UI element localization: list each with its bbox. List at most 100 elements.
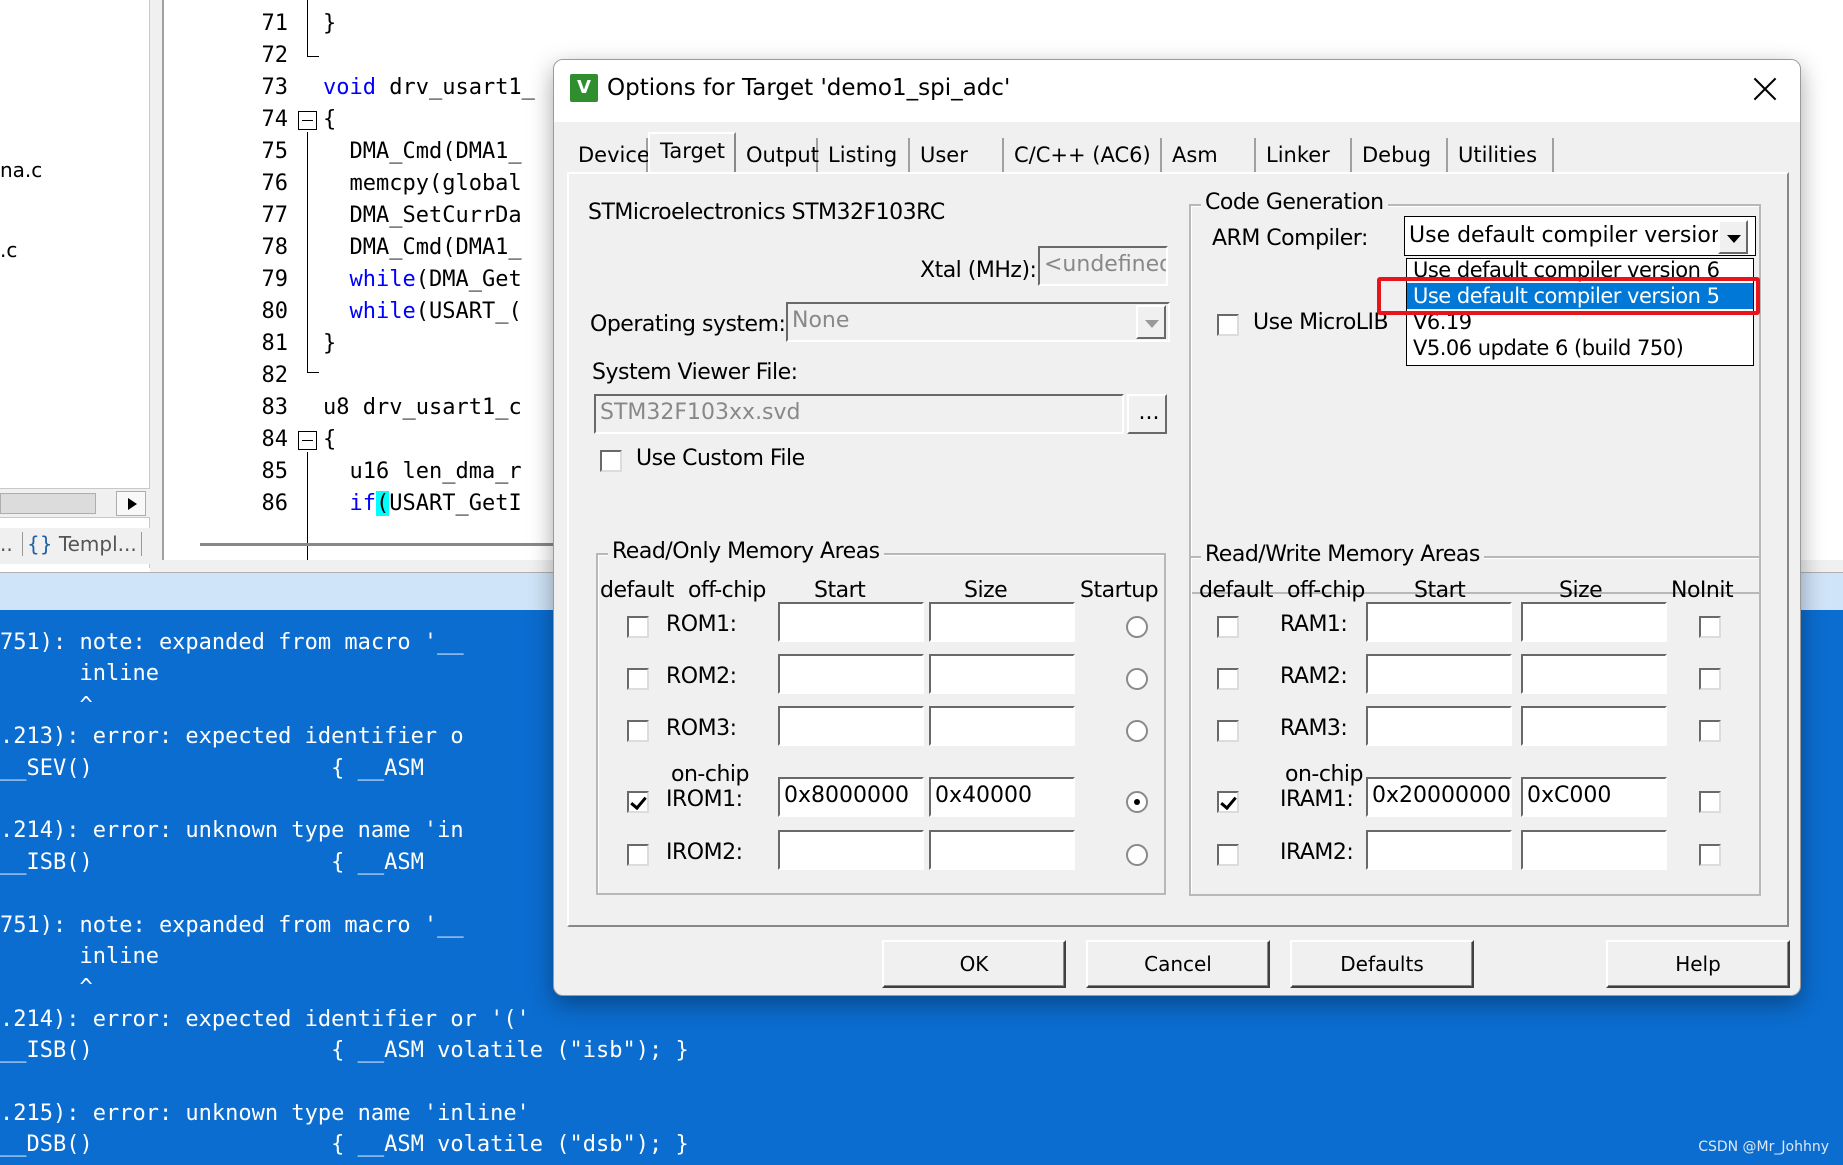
arm-compiler-select[interactable]: Use default compiler version 6 xyxy=(1404,216,1756,256)
ram-size-field[interactable] xyxy=(1521,706,1667,746)
ram-default-checkbox[interactable] xyxy=(1217,844,1239,866)
help-button[interactable]: Help xyxy=(1606,940,1790,988)
templates-tab[interactable]: {} Templ... xyxy=(22,532,142,556)
code-line[interactable]: u8 drv_usart1_c xyxy=(323,392,522,424)
ram-size-field[interactable] xyxy=(1521,830,1667,870)
ram-noinit-chk[interactable] xyxy=(1699,844,1721,866)
rom-start-field[interactable]: 0x8000000 xyxy=(778,777,924,817)
ram-default-checkbox[interactable] xyxy=(1217,668,1239,690)
svf-field[interactable]: STM32F103xx.svd xyxy=(594,394,1124,434)
rom-default-checkbox[interactable] xyxy=(627,668,649,690)
ram-start-field[interactable] xyxy=(1366,602,1512,642)
code-line[interactable]: } xyxy=(323,328,336,360)
ram-start-field[interactable] xyxy=(1366,830,1512,870)
editor-scrollbar[interactable] xyxy=(200,543,600,546)
rom-default-checkbox[interactable] xyxy=(627,844,649,866)
code-line[interactable]: DMA_SetCurrDa xyxy=(323,200,521,232)
rom-startup-radio[interactable] xyxy=(1126,668,1148,690)
tab-asm[interactable]: Asm xyxy=(1162,138,1256,172)
ram-size-field[interactable]: 0xC000 xyxy=(1521,777,1667,817)
tab-user[interactable]: User xyxy=(910,138,1004,172)
project-file-item[interactable]: .c xyxy=(0,238,17,262)
tab-output[interactable]: Output xyxy=(736,138,819,172)
fold-toggle-icon[interactable] xyxy=(298,111,317,130)
close-icon[interactable] xyxy=(1748,72,1782,106)
tab-cpp[interactable]: C/C++ (AC6) xyxy=(1004,138,1162,172)
fold-toggle-icon[interactable] xyxy=(298,431,317,450)
output-line: __DSB() { __ASM volatile ("dsb"); } xyxy=(0,1132,689,1158)
os-select[interactable]: None xyxy=(786,302,1170,342)
ram-noinit-chk[interactable] xyxy=(1699,791,1721,813)
ram-row-label: RAM3: xyxy=(1280,716,1348,741)
project-scrollbar[interactable] xyxy=(0,488,150,518)
scroll-right-arrow-icon[interactable] xyxy=(116,491,146,516)
svf-browse-button[interactable]: ... xyxy=(1127,394,1167,434)
rom-row-label: IROM2: xyxy=(666,840,743,865)
code-text: drv_usart1_ xyxy=(375,75,535,100)
ram-default-checkbox[interactable] xyxy=(1217,720,1239,742)
use-custom-file-checkbox[interactable] xyxy=(600,450,622,472)
chevron-down-icon[interactable] xyxy=(1718,220,1748,254)
use-microlib-checkbox[interactable] xyxy=(1217,314,1239,336)
code-line[interactable]: DMA_Cmd(DMA1_ xyxy=(323,136,521,168)
ram-onchip-label: on-chip xyxy=(1285,762,1363,787)
cancel-button[interactable]: Cancel xyxy=(1086,940,1270,988)
ram-row-label: RAM1: xyxy=(1280,612,1348,637)
ram-noinit-chk[interactable] xyxy=(1699,720,1721,742)
code-line[interactable]: while(USART_( xyxy=(323,296,522,328)
code-line[interactable]: DMA_Cmd(DMA1_ xyxy=(323,232,521,264)
rom-default-checkbox[interactable] xyxy=(627,616,649,638)
rom-size-field[interactable]: 0x40000 xyxy=(929,777,1075,817)
device-name: STMicroelectronics STM32F103RC xyxy=(588,200,945,225)
compiler-option[interactable]: V5.06 update 6 (build 750) xyxy=(1407,335,1753,361)
scrollbar-thumb[interactable] xyxy=(0,493,96,514)
ram-default-checkbox[interactable] xyxy=(1217,791,1239,813)
code-line[interactable]: } xyxy=(323,8,336,40)
code-line[interactable]: { xyxy=(323,104,336,136)
rom-startup-radio[interactable] xyxy=(1126,844,1148,866)
ram-size-field[interactable] xyxy=(1521,654,1667,694)
code-line[interactable]: while(DMA_Get xyxy=(323,264,522,296)
defaults-button[interactable]: Defaults xyxy=(1290,940,1474,988)
ram-start-field[interactable]: 0x20000000 xyxy=(1366,777,1512,817)
rom-startup-radio[interactable] xyxy=(1126,791,1148,813)
project-file-item[interactable]: na.c xyxy=(0,158,42,182)
ram-noinit-chk[interactable] xyxy=(1699,616,1721,638)
ram-size-field[interactable] xyxy=(1521,602,1667,642)
code-line[interactable]: { xyxy=(323,424,336,456)
tab-utilities[interactable]: Utilities xyxy=(1448,138,1554,172)
rom-start-field[interactable] xyxy=(778,706,924,746)
tab-debug[interactable]: Debug xyxy=(1352,138,1448,172)
rom-start-field[interactable] xyxy=(778,602,924,642)
tab-target[interactable]: Target xyxy=(648,132,736,172)
code-text: USART_GetI xyxy=(389,491,522,516)
rom-start-field[interactable] xyxy=(778,830,924,870)
ram-start-field[interactable] xyxy=(1366,654,1512,694)
code-line[interactable]: void drv_usart1_ xyxy=(323,72,535,104)
ram-default-checkbox[interactable] xyxy=(1217,616,1239,638)
ok-button[interactable]: OK xyxy=(882,940,1066,988)
tab-device[interactable]: Device xyxy=(568,138,650,172)
code-type: void xyxy=(323,75,376,100)
rom-startup-radio[interactable] xyxy=(1126,616,1148,638)
xtal-field[interactable]: <undefined> xyxy=(1038,246,1168,286)
rom-size-field[interactable] xyxy=(929,706,1075,746)
code-line[interactable]: if(USART_GetI xyxy=(323,488,522,520)
rom-size-field[interactable] xyxy=(929,654,1075,694)
ram-noinit-chk[interactable] xyxy=(1699,668,1721,690)
code-line[interactable]: memcpy(global xyxy=(323,168,521,200)
chevron-down-icon[interactable] xyxy=(1136,305,1166,339)
tab-linker[interactable]: Linker xyxy=(1256,138,1352,172)
rom-default-checkbox[interactable] xyxy=(627,791,649,813)
tab-listing[interactable]: Listing xyxy=(818,138,910,172)
rom-start-field[interactable] xyxy=(778,654,924,694)
rom-size-field[interactable] xyxy=(929,602,1075,642)
ram-start-field[interactable] xyxy=(1366,706,1512,746)
rom-startup-radio[interactable] xyxy=(1126,720,1148,742)
output-line: .214): error: expected identifier or '(' xyxy=(0,1006,530,1032)
project-tab[interactable]: .. xyxy=(0,532,13,556)
code-line[interactable]: u16 len_dma_r xyxy=(323,456,521,488)
rom-size-field[interactable] xyxy=(929,830,1075,870)
rom-default-checkbox[interactable] xyxy=(627,720,649,742)
